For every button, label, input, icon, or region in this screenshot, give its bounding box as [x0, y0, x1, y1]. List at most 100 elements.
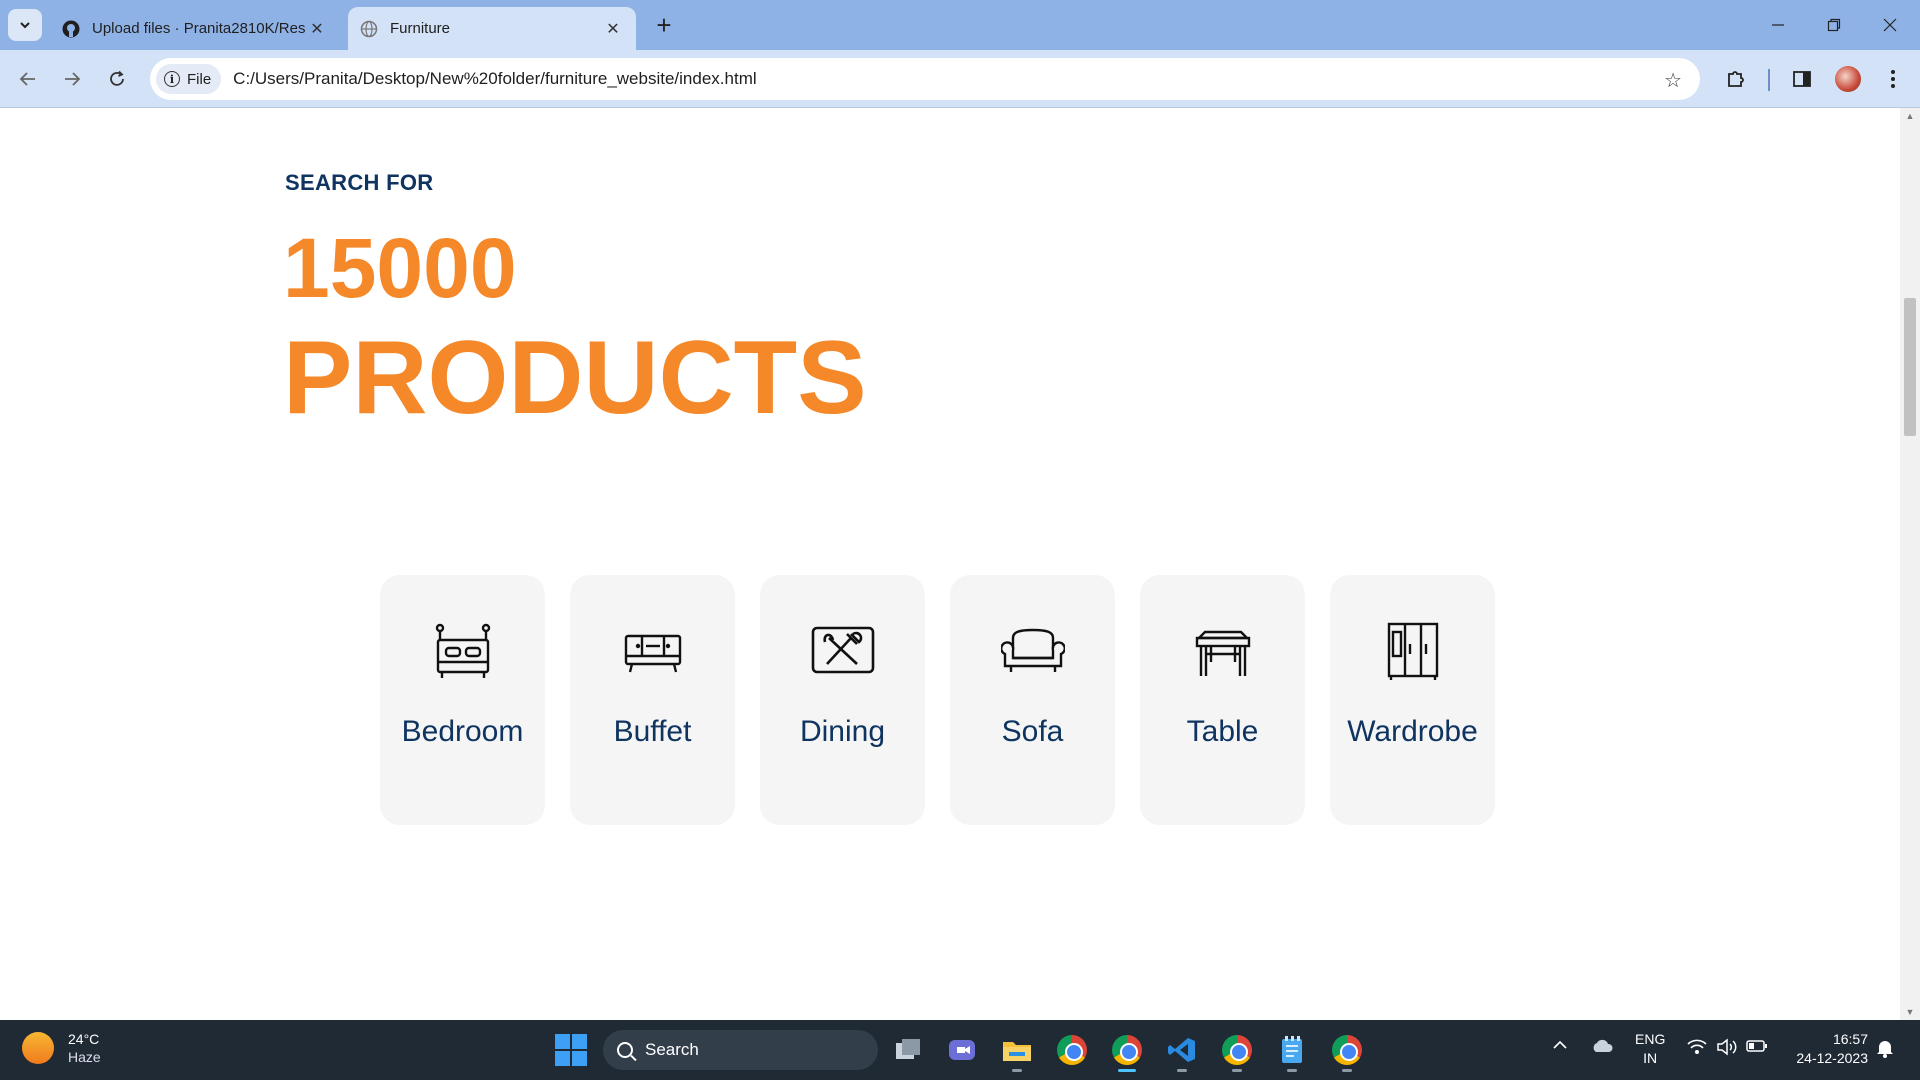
- more-vert-icon: [1891, 70, 1895, 88]
- site-info-chip[interactable]: i File: [156, 64, 222, 94]
- hero-word: PRODUCTS: [283, 320, 867, 436]
- hero-eyebrow: SEARCH FOR: [285, 170, 434, 195]
- chip-label: File: [187, 70, 212, 88]
- taskbar: 24°C Haze Search ENG IN 16:57 24-12-2023: [0, 1020, 1920, 1080]
- reload-button[interactable]: [101, 63, 133, 95]
- scroll-up-arrow-icon[interactable]: ▲: [1900, 108, 1920, 124]
- tab-title: Furniture: [390, 20, 451, 37]
- taskbar-clock[interactable]: 16:57 24-12-2023: [1788, 1030, 1868, 1068]
- buffet-icon: [621, 619, 685, 683]
- onedrive-cloud-icon[interactable]: [1590, 1038, 1614, 1057]
- teams-chat-icon[interactable]: [944, 1032, 980, 1068]
- lang-line1: ENG: [1635, 1031, 1666, 1047]
- category-card-bedroom[interactable]: Bedroom: [380, 575, 545, 825]
- taskbar-search[interactable]: Search: [603, 1030, 878, 1070]
- chrome-icon[interactable]: [1109, 1032, 1145, 1072]
- arrow-left-icon: [19, 72, 35, 86]
- url-text[interactable]: C:/Users/Pranita/Desktop/New%20folder/fu…: [233, 69, 756, 89]
- sofa-icon: [1000, 619, 1065, 683]
- tab-furniture[interactable]: Furniture ✕: [348, 7, 636, 50]
- volume-icon[interactable]: [1716, 1038, 1738, 1059]
- bed-icon: [431, 619, 495, 683]
- windows-start-icon[interactable]: [555, 1034, 587, 1066]
- close-window-button[interactable]: [1862, 8, 1918, 42]
- weather-widget[interactable]: 24°C Haze: [22, 1030, 101, 1066]
- close-icon[interactable]: ✕: [602, 18, 624, 40]
- weather-desc: Haze: [68, 1049, 101, 1065]
- github-icon: [62, 20, 80, 38]
- new-tab-button[interactable]: +: [650, 10, 678, 40]
- chrome-icon[interactable]: [1219, 1032, 1255, 1072]
- clock-date: 24-12-2023: [1796, 1050, 1868, 1066]
- wifi-icon[interactable]: [1686, 1038, 1708, 1059]
- close-icon: [1883, 18, 1897, 32]
- active-indicator: [1118, 1069, 1136, 1072]
- tab-search-button[interactable]: [8, 9, 42, 41]
- chevron-down-icon: [20, 22, 30, 29]
- category-label: Table: [1186, 715, 1259, 748]
- chrome-icon[interactable]: [1054, 1032, 1090, 1068]
- haze-sun-icon: [22, 1032, 54, 1064]
- category-label: Sofa: [1001, 715, 1064, 748]
- task-view-icon[interactable]: [890, 1032, 926, 1068]
- minimize-icon: [1772, 24, 1784, 26]
- restore-icon: [1827, 18, 1841, 32]
- forward-button[interactable]: [56, 63, 88, 95]
- category-card-wardrobe[interactable]: Wardrobe: [1330, 575, 1495, 825]
- back-button[interactable]: [12, 63, 44, 95]
- category-list: Bedroom Buffet Dining Sofa Table Wardrob…: [380, 575, 1495, 825]
- hero-number: 15000: [283, 221, 517, 315]
- close-icon[interactable]: ✕: [306, 18, 328, 40]
- category-card-sofa[interactable]: Sofa: [950, 575, 1115, 825]
- page-scrollbar[interactable]: ▲ ▼: [1900, 108, 1920, 1020]
- running-indicator: [1287, 1069, 1297, 1072]
- tab-title: Upload files · Pranita2810K/Res: [92, 20, 306, 37]
- wardrobe-icon: [1381, 619, 1445, 683]
- tab-strip: Upload files · Pranita2810K/Res ✕ Furnit…: [0, 0, 1920, 50]
- category-card-table[interactable]: Table: [1140, 575, 1305, 825]
- reload-icon: [110, 70, 124, 86]
- restore-button[interactable]: [1806, 8, 1862, 42]
- category-card-dining[interactable]: Dining: [760, 575, 925, 825]
- side-panel-icon: [1793, 71, 1811, 87]
- category-label: Buffet: [613, 715, 692, 748]
- table-icon: [1191, 619, 1255, 683]
- dining-icon: [811, 619, 875, 683]
- browser-toolbar: i File C:/Users/Pranita/Desktop/New%20fo…: [0, 50, 1920, 108]
- chrome-icon[interactable]: [1329, 1032, 1365, 1072]
- bookmark-star-icon[interactable]: ☆: [1664, 68, 1682, 93]
- category-label: Dining: [799, 715, 886, 748]
- vscode-icon[interactable]: [1164, 1032, 1200, 1072]
- minimize-button[interactable]: [1750, 8, 1806, 42]
- language-indicator[interactable]: ENG IN: [1635, 1030, 1665, 1068]
- side-panel-button[interactable]: [1786, 63, 1818, 95]
- address-bar[interactable]: i File C:/Users/Pranita/Desktop/New%20fo…: [150, 58, 1700, 100]
- weather-temp: 24°C: [68, 1031, 100, 1047]
- running-indicator: [1177, 1069, 1187, 1072]
- lang-line2: IN: [1643, 1050, 1658, 1066]
- taskbar-search-label: Search: [645, 1040, 699, 1059]
- scrollbar-thumb[interactable]: [1904, 298, 1916, 436]
- info-icon: i: [164, 71, 180, 87]
- globe-icon: [360, 20, 378, 38]
- show-hidden-icons-chevron-up-icon[interactable]: [1552, 1038, 1568, 1054]
- toolbar-divider: [1768, 69, 1770, 91]
- file-explorer-icon[interactable]: [999, 1032, 1035, 1072]
- profile-button[interactable]: [1832, 63, 1864, 95]
- arrow-right-icon: [65, 72, 81, 86]
- search-icon: [617, 1042, 633, 1058]
- notification-bell-icon[interactable]: [1876, 1038, 1894, 1061]
- category-card-buffet[interactable]: Buffet: [570, 575, 735, 825]
- avatar: [1835, 66, 1861, 92]
- running-indicator: [1012, 1069, 1022, 1072]
- category-label: Wardrobe: [1347, 715, 1478, 748]
- notepad-icon[interactable]: [1274, 1032, 1310, 1072]
- scroll-down-arrow-icon[interactable]: ▼: [1900, 1004, 1920, 1020]
- puzzle-icon: [1728, 71, 1744, 87]
- battery-icon[interactable]: [1746, 1038, 1768, 1057]
- extensions-button[interactable]: [1720, 63, 1752, 95]
- clock-time: 16:57: [1832, 1031, 1868, 1047]
- page-content: SEARCH FOR 15000 PRODUCTS Bedroom Buffet…: [0, 108, 1900, 1020]
- tab-upload-files[interactable]: Upload files · Pranita2810K/Res ✕: [50, 7, 340, 50]
- menu-button[interactable]: [1877, 63, 1909, 95]
